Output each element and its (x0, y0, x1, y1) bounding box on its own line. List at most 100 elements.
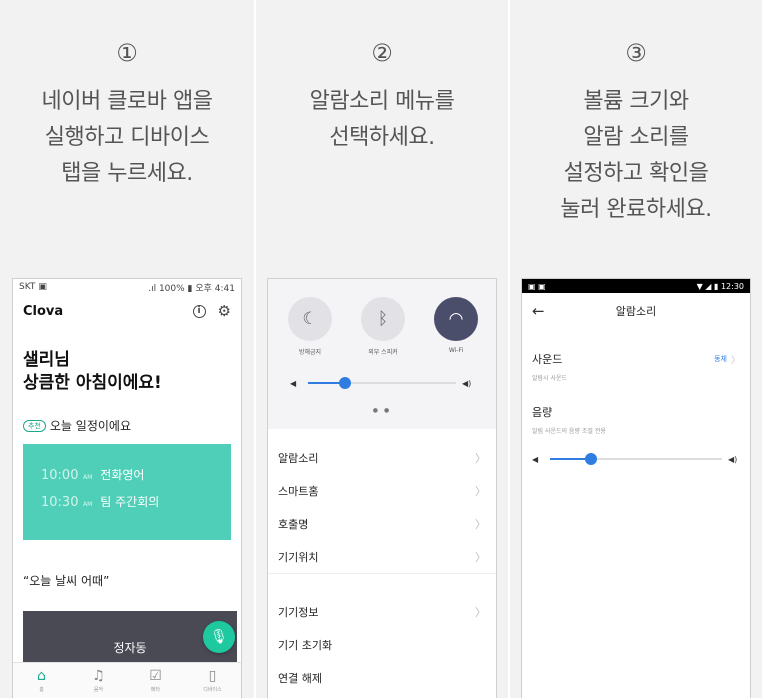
volume-slider[interactable]: ◀ ◀) (532, 453, 740, 465)
bluetooth-icon: ᛒ (377, 309, 389, 329)
page-title: 알람소리 (615, 305, 657, 318)
settings-menu: 알람소리 〉 스마트홈 〉 호출명 〉 기기위치 〉 기기정보 〉 기기 초기화 (268, 429, 496, 694)
sound-value[interactable]: 동체 〉 (714, 353, 740, 366)
speaker-device-icon: ▯ (208, 668, 217, 684)
volume-knob[interactable] (339, 377, 351, 389)
nav-item-home[interactable]: ⌂ 홈 (13, 663, 70, 698)
volume-label: 음량 (532, 406, 553, 419)
volume-track[interactable] (308, 377, 456, 389)
mic-button[interactable]: 🎙 (203, 621, 235, 653)
menu-label: 호출명 (278, 517, 309, 531)
schedule-time: 10:00 (41, 468, 79, 483)
nav-label: 음악 (93, 687, 104, 693)
step3-header: ③ 볼륨 크기와 알람 소리를 설정하고 확인을 눌러 완료하세요. (510, 38, 762, 228)
image-icon: ▣ (38, 282, 47, 292)
page-indicator: ● ● (372, 407, 392, 414)
home-icon: ⌂ (37, 668, 46, 684)
toggle-label: 방해금지 (298, 349, 322, 356)
status-right: .ıl 100% ▮ 오후 4:41 (148, 283, 235, 294)
step2-number: ② (371, 39, 393, 67)
weather-title: “오늘 날씨 어때” (23, 574, 110, 588)
chevron-right-icon: 〉 (475, 484, 486, 498)
volume-low-icon: ◀ (532, 454, 539, 464)
menu-label: 스마트홈 (278, 484, 319, 498)
step3-phone-screenshot: ▣ ▣ ▼ ◢ ▮ 12:30 ← 알람소리 사운드 동체 〉 알람시 사운드 … (521, 278, 751, 698)
menu-item-factory-reset[interactable]: 기기 초기화 (268, 628, 496, 661)
step2-instruction: 알람소리 메뉴를 선택하세요. (309, 89, 455, 150)
step2-header: ② 알람소리 메뉴를 선택하세요. (256, 38, 508, 156)
step3-panel: ③ 볼륨 크기와 알람 소리를 설정하고 확인을 눌러 완료하세요. ▣ ▣ ▼… (510, 0, 762, 698)
nav-label: 디바이스 (203, 687, 222, 693)
menu-item-device-location[interactable]: 기기위치 〉 (268, 540, 496, 573)
schedule-time: 10:30 (41, 495, 79, 510)
schedule-card[interactable]: 10:00 AM 전화영어 10:30 AM 팀 주간회의 (23, 444, 231, 540)
chevron-right-icon: 〉 (730, 355, 740, 366)
chevron-right-icon: 〉 (475, 550, 486, 564)
device-controls: ☾ 방해금지 ᛒ 외부 스피커 ◠ Wi-Fi ◀ ◀) ● ● (268, 279, 496, 429)
status-bar: SKT ▣ .ıl 100% ▮ 오후 4:41 (13, 279, 241, 295)
schedule-heading: 추천 오늘 일정이에요 (13, 417, 241, 434)
sound-description: 알람시 사운드 (532, 375, 568, 382)
greeting: 샐리님 상큼한 아침이에요! (13, 327, 241, 395)
menu-label: 기기정보 (278, 605, 319, 619)
checklist-icon: ☑ (149, 668, 162, 684)
menu-item-alarm-sound[interactable]: 알람소리 〉 (268, 441, 496, 474)
menu-item-disconnect[interactable]: 연결 해제 (268, 661, 496, 694)
step1-number: ① (116, 39, 138, 67)
volume-slider[interactable]: ◀ ◀) (290, 377, 474, 389)
volume-track[interactable] (550, 453, 722, 465)
external-speaker-toggle[interactable]: ᛒ (361, 297, 405, 341)
gear-icon[interactable]: ⚙ (218, 304, 231, 319)
clova-logo: Clova (23, 303, 64, 319)
volume-setting: 음량 알림 사운드의 음량 조절 전용 (522, 382, 750, 435)
sound-value-text: 동체 (714, 355, 727, 363)
sound-label: 사운드 (532, 353, 563, 366)
app-header: ← 알람소리 (522, 293, 750, 329)
volume-knob[interactable] (585, 453, 598, 465)
status-right: ▼ ◢ ▮ 12:30 (696, 281, 744, 291)
microphone-icon: 🎙 (210, 629, 228, 645)
chevron-right-icon: 〉 (475, 605, 486, 619)
menu-item-device-info[interactable]: 기기정보 〉 (268, 595, 496, 628)
weather-location: 정자동 (113, 641, 147, 655)
wifi-toggle[interactable]: ◠ (434, 297, 478, 341)
menu-label: 기기 초기화 (278, 638, 333, 652)
step1-phone-screenshot: SKT ▣ .ıl 100% ▮ 오후 4:41 Clova i ⚙ 샐리님 상… (12, 278, 242, 698)
schedule-ampm: AM (83, 501, 93, 508)
do-not-disturb-toggle[interactable]: ☾ (288, 297, 332, 341)
volume-low-icon: ◀ (290, 378, 297, 388)
wifi-icon: ◠ (448, 309, 464, 329)
info-icon[interactable]: i (192, 304, 206, 318)
volume-high-icon: ◀) (728, 454, 738, 464)
step2-phone-screenshot: ☾ 방해금지 ᛒ 외부 스피커 ◠ Wi-Fi ◀ ◀) ● ● 알람소리 〉 … (267, 278, 497, 698)
schedule-name: 전화영어 (100, 468, 145, 482)
schedule-title: 오늘 일정이에요 (49, 419, 131, 433)
step1-header: ① 네이버 클로바 앱을 실행하고 디바이스 탭을 누르세요. (0, 38, 254, 192)
moon-icon: ☾ (302, 309, 318, 329)
chevron-right-icon: 〉 (475, 517, 486, 531)
notification-icons: ▣ ▣ (528, 281, 546, 291)
schedule-row: 10:30 AM 팀 주간회의 (41, 493, 231, 510)
menu-label: 기기위치 (278, 550, 319, 564)
nav-item-memo[interactable]: ☑ 메타 (127, 663, 184, 698)
greeting-message: 상큼한 아침이에요! (23, 373, 162, 393)
sound-setting[interactable]: 사운드 동체 〉 알람시 사운드 (522, 329, 750, 382)
schedule-name: 팀 주간회의 (100, 495, 160, 509)
nav-label: 메타 (150, 687, 161, 693)
app-header: Clova i ⚙ (13, 295, 241, 327)
volume-high-icon: ◀) (462, 378, 472, 388)
greeting-name: 샐리님 (23, 350, 70, 370)
step1-instruction: 네이버 클로바 앱을 실행하고 디바이스 탭을 누르세요. (41, 89, 213, 186)
menu-label: 알람소리 (278, 451, 319, 465)
divider (268, 573, 496, 595)
menu-item-smart-home[interactable]: 스마트홈 〉 (268, 474, 496, 507)
bottom-nav: ⌂ 홈 ♫ 음악 ☑ 메타 ▯ 디바이스 (13, 662, 241, 698)
menu-item-wake-word[interactable]: 호출명 〉 (268, 507, 496, 540)
carrier-label: SKT (19, 282, 36, 292)
nav-item-devices[interactable]: ▯ 디바이스 (184, 663, 241, 698)
nav-item-music[interactable]: ♫ 음악 (70, 663, 127, 698)
chevron-right-icon: 〉 (475, 451, 486, 465)
music-icon: ♫ (92, 668, 105, 684)
schedule-row: 10:00 AM 전화영어 (41, 466, 231, 483)
step2-panel: ② 알람소리 메뉴를 선택하세요. ☾ 방해금지 ᛒ 외부 스피커 ◠ Wi-F… (256, 0, 508, 698)
